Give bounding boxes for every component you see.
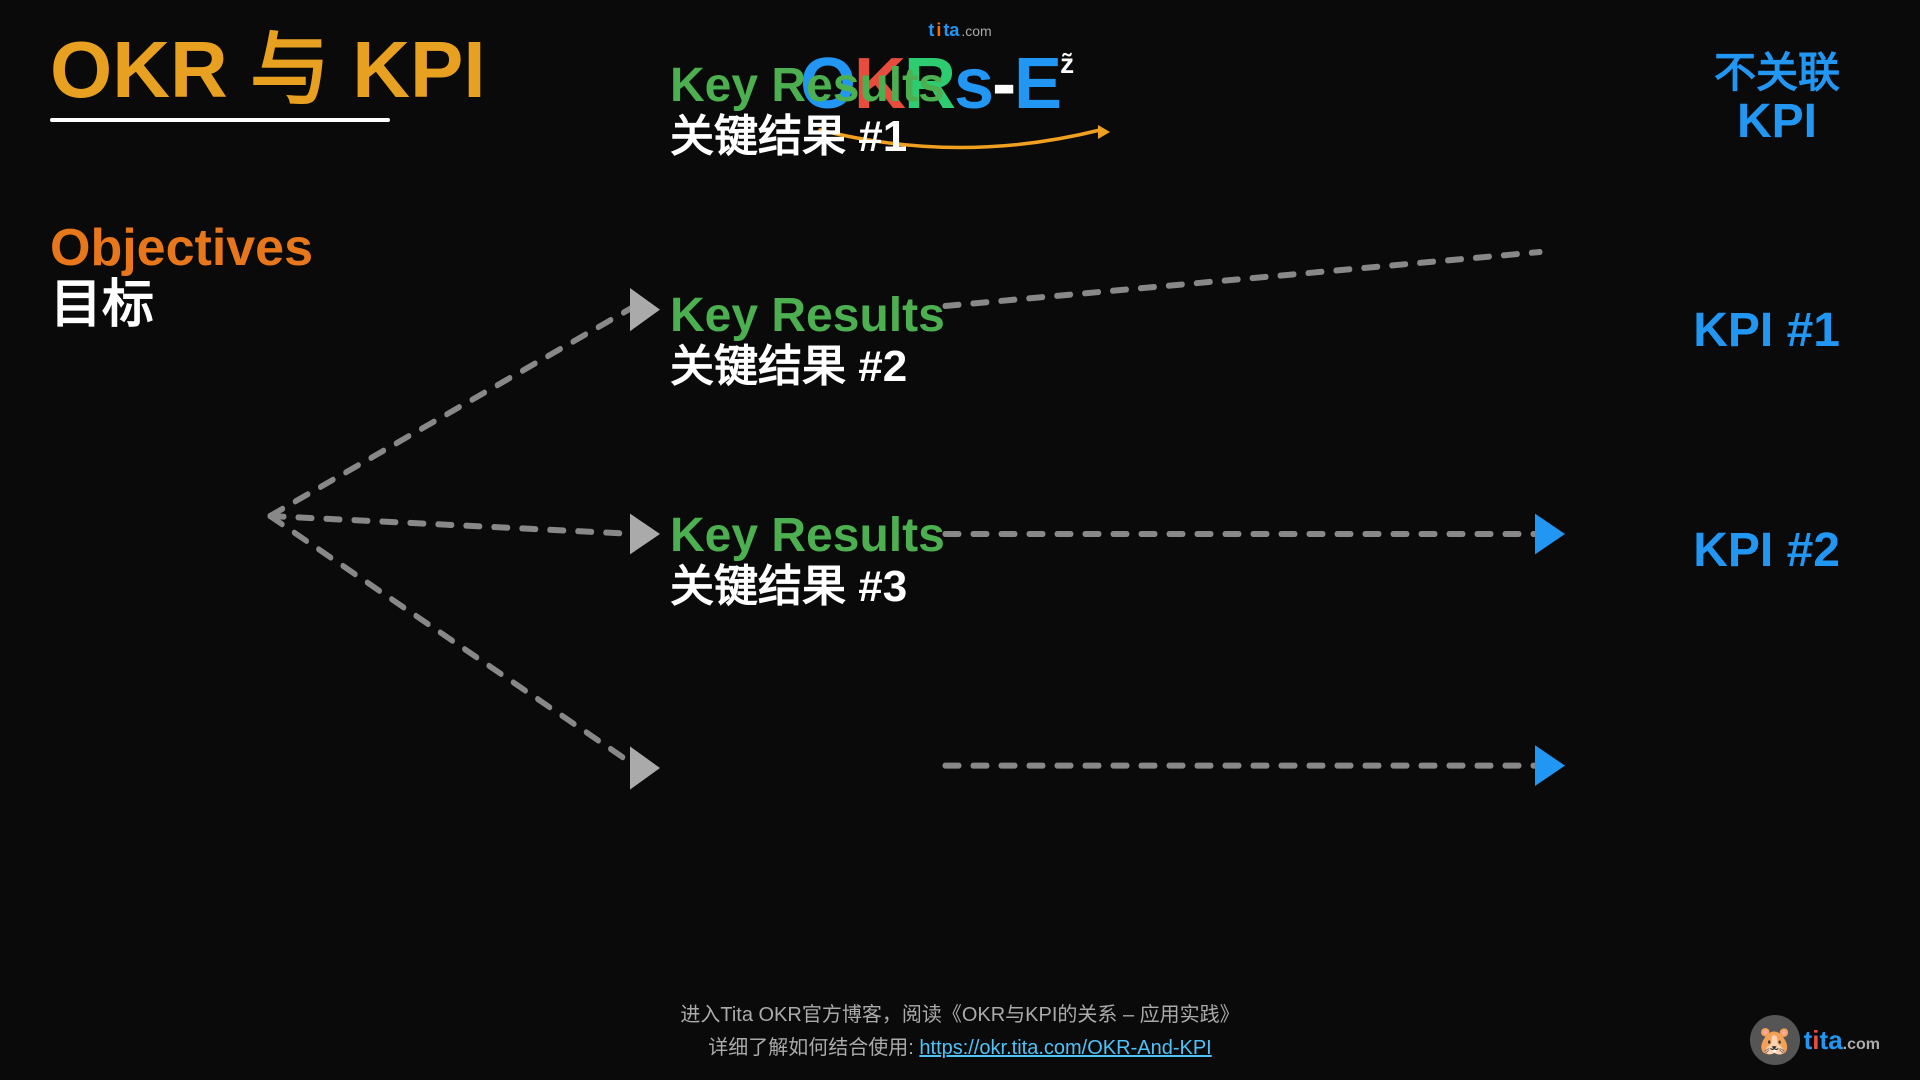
footer-logo-t: t (1804, 1025, 1813, 1055)
footer-logo-text: tita.com (1804, 1025, 1880, 1056)
footer-line1: 进入Tita OKR官方博客，阅读《OKR与KPI的关系 – 应用实践》 (680, 998, 1239, 1027)
kr1-block: Key Results 关键结果 #1 (670, 60, 945, 161)
kpi-unrelated-line2: KPI (1714, 96, 1840, 149)
kpi2-label: KPI #2 (1693, 525, 1840, 578)
footer-logo-ta: ta (1820, 1025, 1843, 1055)
footer-line2-prefix: 详细了解如何结合使用: (708, 1037, 919, 1059)
footer-link[interactable]: https://okr.tita.com/OKR-And-KPI (919, 1037, 1211, 1059)
kpi1-block: KPI #1 (1693, 305, 1840, 358)
kr2-chinese: 关键结果 #2 (670, 343, 945, 391)
kr2-english: Key Results (670, 290, 945, 343)
kpi-unrelated-line1: 不关联 (1714, 50, 1840, 96)
kr2-block: Key Results 关键结果 #2 (670, 290, 945, 391)
kr1-chinese: 关键结果 #1 (670, 113, 945, 161)
kpi-unrelated-block: 不关联 KPI (1714, 50, 1840, 149)
diagram-svg (0, 0, 1920, 1080)
kr1-english: Key Results (670, 60, 945, 113)
footer-logo-i: i (1812, 1025, 1819, 1055)
footer: 进入Tita OKR官方博客，阅读《OKR与KPI的关系 – 应用实践》 详细了… (680, 998, 1239, 1060)
kr3-block: Key Results 关键结果 #3 (670, 510, 945, 611)
footer-logo: 🐹 tita.com (1750, 1015, 1880, 1065)
kpi2-block: KPI #2 (1693, 525, 1840, 578)
kr3-chinese: 关键结果 #3 (670, 563, 945, 611)
footer-line2: 详细了解如何结合使用: https://okr.tita.com/OKR-And… (680, 1031, 1239, 1060)
kpi1-label: KPI #1 (1693, 305, 1840, 358)
kr3-english: Key Results (670, 510, 945, 563)
footer-logo-com: .com (1843, 1036, 1880, 1053)
hamster-icon: 🐹 (1750, 1015, 1800, 1065)
